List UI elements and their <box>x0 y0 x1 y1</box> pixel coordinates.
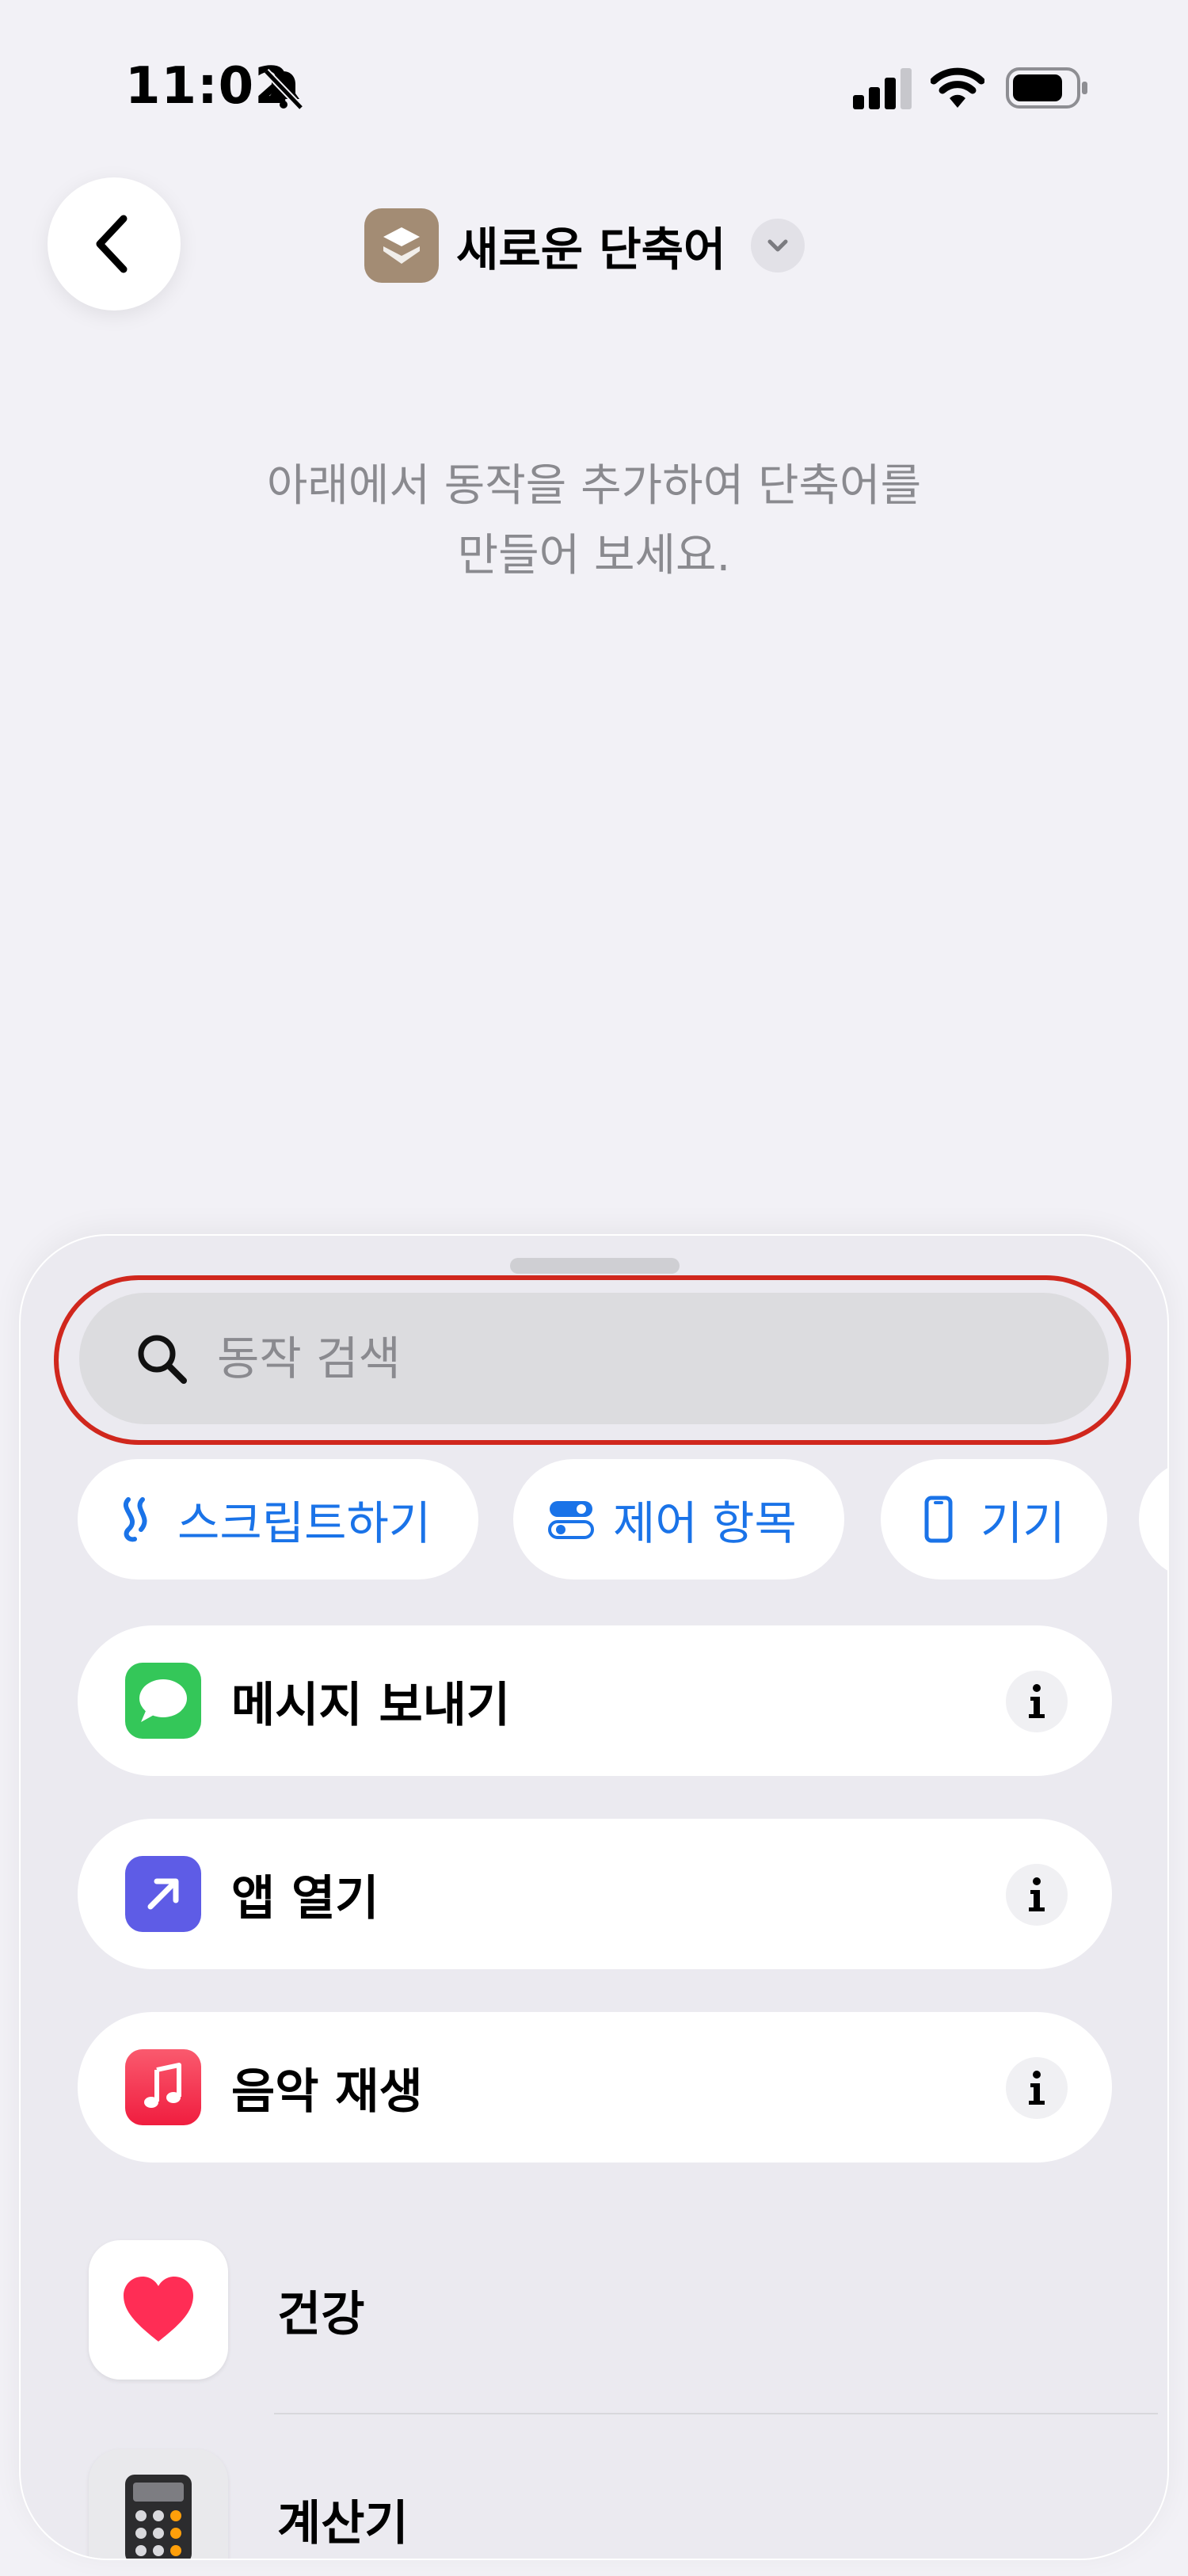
chip-device[interactable]: 기기 <box>881 1459 1107 1580</box>
info-icon <box>1029 1877 1045 1911</box>
messages-icon <box>125 1663 201 1739</box>
signal-icon <box>853 68 912 109</box>
info-button[interactable] <box>1006 1671 1068 1732</box>
search-icon <box>138 1335 187 1384</box>
bell-off-icon <box>263 68 304 111</box>
toggles-icon <box>548 1501 594 1539</box>
layers-icon <box>364 208 439 283</box>
chevron-down-icon[interactable] <box>751 219 805 272</box>
chip-label: 스크립트하기 <box>177 1496 432 1550</box>
action-label: 메시지 보내기 <box>231 1677 511 1733</box>
chip-controls[interactable]: 제어 항목 <box>513 1459 844 1580</box>
page-title: 새로운 단축어 <box>456 223 726 276</box>
shortcut-title-menu[interactable]: 새로운 단축어 <box>364 208 805 284</box>
info-button[interactable] <box>1006 1864 1068 1926</box>
sheet-grabber[interactable] <box>510 1258 680 1274</box>
chip-label: 기기 <box>980 1496 1065 1550</box>
empty-hint: 아래에서 동작을 추가하여 단축어를 만들어 보세요. <box>266 460 922 581</box>
action-play-music[interactable]: 음악 재생 <box>78 2012 1112 2163</box>
arrow-up-right-icon <box>125 1856 201 1932</box>
actions-sheet: 스크립트하기 제어 항목 기기 메시지 보내기 <box>21 1236 1167 2559</box>
action-label: 음악 재생 <box>231 2063 423 2120</box>
app-label: 건강 <box>277 2286 365 2342</box>
music-note-icon <box>125 2049 201 2125</box>
search-field[interactable] <box>79 1293 1109 1424</box>
chip-more[interactable] <box>1139 1459 1167 1580</box>
script-icon <box>124 1497 147 1542</box>
wifi-icon <box>931 67 984 108</box>
action-open-app[interactable]: 앱 열기 <box>78 1819 1112 1969</box>
chip-scripting[interactable]: 스크립트하기 <box>78 1459 478 1580</box>
action-label: 앱 열기 <box>231 1870 379 1926</box>
divider <box>274 2413 1158 2414</box>
chevron-left-icon <box>96 215 128 273</box>
app-label: 계산기 <box>277 2495 409 2551</box>
info-icon <box>1029 2071 1045 2105</box>
status-bar: 11:02 <box>0 0 1188 174</box>
app-row-calculator[interactable]: 계산기 <box>78 2440 1112 2559</box>
chip-label: 제어 항목 <box>613 1496 797 1550</box>
info-icon <box>1029 1684 1045 1718</box>
info-button[interactable] <box>1006 2057 1068 2119</box>
calculator-icon <box>89 2449 228 2559</box>
app-row-health[interactable]: 건강 <box>78 2231 1112 2389</box>
back-button[interactable] <box>48 177 181 311</box>
phone-icon <box>924 1496 953 1543</box>
heart-icon <box>89 2240 228 2380</box>
action-send-message[interactable]: 메시지 보내기 <box>78 1625 1112 1776</box>
search-input[interactable] <box>217 1332 1009 1385</box>
battery-icon <box>1006 67 1087 109</box>
